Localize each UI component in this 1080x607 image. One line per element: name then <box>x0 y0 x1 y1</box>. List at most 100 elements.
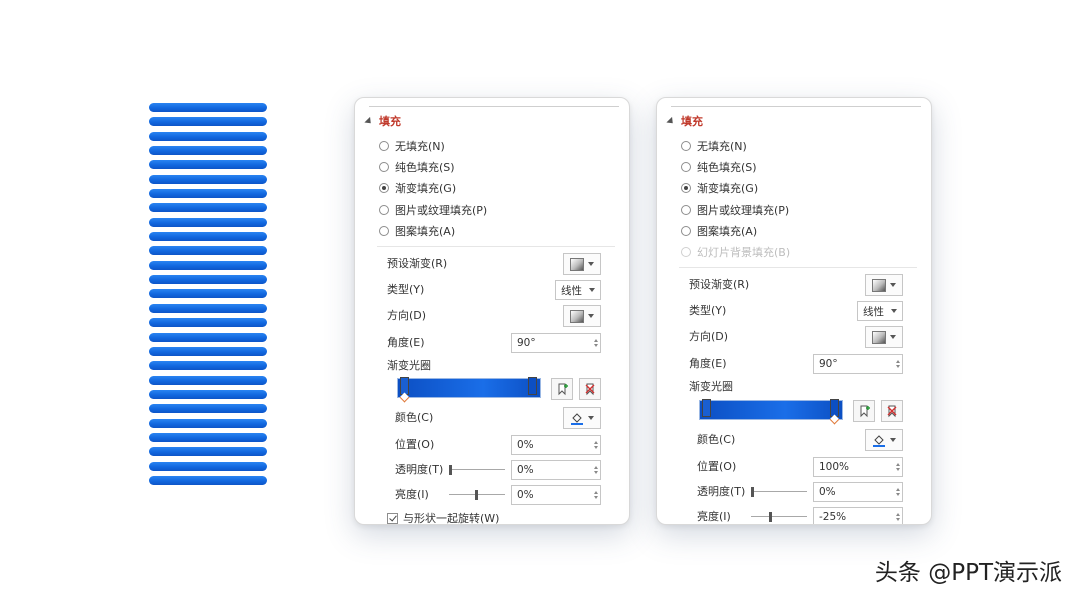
rotate-with-shape-checkbox[interactable]: 与形状一起旋转(W) <box>387 510 499 524</box>
position-label: 位置(O) <box>395 438 435 451</box>
stripe-bar <box>149 461 267 471</box>
collapse-triangle-icon <box>364 116 374 126</box>
spinner-arrows-icon[interactable] <box>594 441 598 449</box>
angle-label: 角度(E) <box>387 336 425 349</box>
divider <box>377 246 615 247</box>
direction-dropdown[interactable] <box>865 326 903 348</box>
radio-gradient-fill[interactable]: 渐变填充(G) <box>379 180 456 196</box>
chevron-down-icon <box>589 288 595 292</box>
chevron-down-icon <box>890 283 896 287</box>
position-label: 位置(O) <box>697 460 737 473</box>
brightness-slider[interactable] <box>449 490 505 500</box>
stripe-bar <box>149 475 267 485</box>
gradient-stop-handle[interactable] <box>829 399 840 425</box>
stripe-bar <box>149 346 267 356</box>
radio-circle-icon <box>379 205 389 215</box>
radio-picture-fill[interactable]: 图片或纹理填充(P) <box>379 202 487 218</box>
transparency-label: 透明度(T) <box>395 463 444 476</box>
chevron-down-icon <box>588 416 594 420</box>
slider-thumb[interactable] <box>769 512 772 522</box>
panel-divider <box>369 106 619 107</box>
type-select[interactable]: 线性 <box>555 280 601 300</box>
spinner-arrows-icon[interactable] <box>896 463 900 471</box>
add-stop-button[interactable] <box>551 378 573 400</box>
radio-label: 无填充(N) <box>395 140 445 153</box>
angle-input[interactable]: 90° <box>511 333 601 353</box>
radio-disabled-icon <box>681 247 691 257</box>
slider-thumb[interactable] <box>475 490 478 500</box>
angle-input[interactable]: 90° <box>813 354 903 374</box>
spinner-arrows-icon[interactable] <box>896 488 900 496</box>
stripe-bar <box>149 117 267 127</box>
stripe-bar <box>149 447 267 457</box>
add-gradient-stop-icon <box>558 383 568 396</box>
gradient-stop-handle[interactable] <box>528 377 537 395</box>
brightness-input[interactable]: -25% <box>813 507 903 524</box>
slider-thumb[interactable] <box>751 487 754 497</box>
spinner-arrows-icon[interactable] <box>594 466 598 474</box>
radio-pattern-fill[interactable]: 图案填充(A) <box>681 223 757 239</box>
paint-bucket-icon <box>571 413 583 425</box>
type-label: 类型(Y) <box>387 283 425 296</box>
stripe-bar <box>149 217 267 227</box>
stripe-bar <box>149 432 267 442</box>
radio-label: 纯色填充(S) <box>395 161 455 174</box>
spinner-arrows-icon[interactable] <box>594 491 598 499</box>
preset-gradient-dropdown[interactable] <box>865 274 903 296</box>
radio-no-fill[interactable]: 无填充(N) <box>379 138 445 154</box>
radio-label: 图案填充(A) <box>395 225 456 238</box>
radio-circle-icon <box>379 226 389 236</box>
brightness-slider[interactable] <box>751 512 807 522</box>
stripe-bar <box>149 146 267 156</box>
gradient-stop-handle[interactable] <box>399 377 410 403</box>
radio-gradient-fill[interactable]: 渐变填充(G) <box>681 180 758 196</box>
brightness-label: 亮度(I) <box>697 510 731 523</box>
fill-section-header[interactable]: 填充 <box>666 113 703 129</box>
remove-stop-button[interactable] <box>881 400 903 422</box>
gradient-stops-bar[interactable] <box>699 399 843 425</box>
color-picker-button[interactable] <box>563 407 601 429</box>
radio-picture-fill[interactable]: 图片或纹理填充(P) <box>681 202 789 218</box>
chevron-down-icon <box>891 309 897 313</box>
spinner-arrows-icon[interactable] <box>594 339 598 347</box>
transparency-input[interactable]: 0% <box>511 460 601 480</box>
brightness-input[interactable]: 0% <box>511 485 601 505</box>
gradient-stops-bar[interactable] <box>397 377 541 403</box>
transparency-input[interactable]: 0% <box>813 482 903 502</box>
chevron-down-icon <box>588 314 594 318</box>
chevron-down-icon <box>890 438 896 442</box>
gradient-stop-handle[interactable] <box>702 399 711 417</box>
remove-stop-button[interactable] <box>579 378 601 400</box>
chevron-down-icon <box>890 335 896 339</box>
spinner-arrows-icon[interactable] <box>896 513 900 521</box>
radio-label: 渐变填充(G) <box>395 182 457 195</box>
stripe-bar <box>149 332 267 342</box>
position-input[interactable]: 100% <box>813 457 903 477</box>
section-title: 填充 <box>681 115 703 128</box>
slider-thumb[interactable] <box>449 465 452 475</box>
transparency-slider[interactable] <box>449 465 505 475</box>
radio-label: 图案填充(A) <box>697 225 758 238</box>
direction-dropdown[interactable] <box>563 305 601 327</box>
preset-gradient-dropdown[interactable] <box>563 253 601 275</box>
radio-solid-fill[interactable]: 纯色填充(S) <box>379 159 455 175</box>
gradient-stops-label: 渐变光圈 <box>387 359 431 372</box>
type-select[interactable]: 线性 <box>857 301 903 321</box>
radio-no-fill[interactable]: 无填充(N) <box>681 138 747 154</box>
radio-selected-icon <box>681 183 691 193</box>
stripe-bar <box>149 131 267 141</box>
fill-section-header[interactable]: 填充 <box>364 113 401 129</box>
color-picker-button[interactable] <box>865 429 903 451</box>
radio-label: 渐变填充(G) <box>697 182 759 195</box>
stripe-bar <box>149 303 267 313</box>
spinner-arrows-icon[interactable] <box>896 360 900 368</box>
radio-pattern-fill[interactable]: 图案填充(A) <box>379 223 455 239</box>
add-stop-button[interactable] <box>853 400 875 422</box>
radio-solid-fill[interactable]: 纯色填充(S) <box>681 159 757 175</box>
divider <box>679 267 917 268</box>
stripe-bar <box>149 275 267 285</box>
stripe-bar <box>149 260 267 270</box>
transparency-slider[interactable] <box>751 487 807 497</box>
stripe-bar <box>149 246 267 256</box>
position-input[interactable]: 0% <box>511 435 601 455</box>
